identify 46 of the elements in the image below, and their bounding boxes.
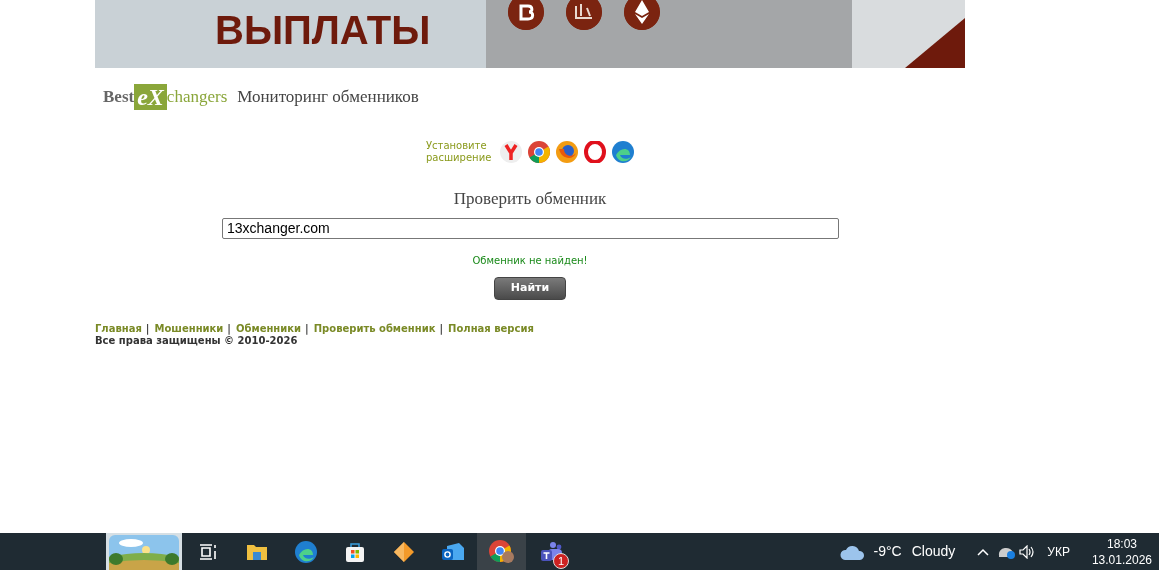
diamond-shapes-icon xyxy=(392,540,415,563)
not-found-message: Обменник не найден! xyxy=(471,253,589,268)
temperature-text: -9°C xyxy=(873,542,902,561)
footer-link[interactable]: Обменники xyxy=(236,322,302,334)
ethereum-coin-icon xyxy=(624,0,661,30)
copyright-text: Все права защищены © 2010-2026 xyxy=(95,334,299,347)
site-logo[interactable]: Best eXchangers xyxy=(103,84,228,110)
link-separator: | xyxy=(439,322,444,334)
notification-badge: 1 xyxy=(553,553,569,569)
link-separator: | xyxy=(227,322,231,334)
footer-link[interactable]: Проверить обменник xyxy=(313,322,436,334)
link-separator: | xyxy=(145,322,150,334)
coin-icon xyxy=(566,0,603,30)
banner[interactable]: ВЫПЛАТЫ xyxy=(95,0,965,68)
clock-date[interactable]: 13.01.2026 xyxy=(1091,551,1152,568)
cloud-icon[interactable] xyxy=(839,543,866,560)
speaker-icon[interactable] xyxy=(1019,544,1036,559)
footer-link[interactable]: Полная версия xyxy=(448,322,534,334)
footer-link[interactable]: Главная xyxy=(95,322,142,334)
clock-time[interactable]: 18:03 xyxy=(1091,535,1152,552)
exchanger-input-field[interactable]: 13xchanger.com xyxy=(222,217,839,239)
folder-icon xyxy=(245,542,268,561)
weather-condition: Cloudy xyxy=(911,542,956,561)
yandex-browser-icon[interactable] xyxy=(500,141,522,163)
taskbar-button[interactable] xyxy=(477,533,526,570)
taskbar-button[interactable]: 1 xyxy=(526,533,575,570)
footer-link[interactable]: Мошенники xyxy=(154,322,224,334)
site-tagline: Мониторинг обменников xyxy=(237,86,419,109)
banner-headline: ВЫПЛАТЫ xyxy=(215,10,431,54)
link-separator: | xyxy=(305,322,309,334)
store-bag-icon xyxy=(344,540,365,563)
mail-icon xyxy=(440,541,465,562)
edge-icon xyxy=(294,540,317,563)
teams-icon xyxy=(538,540,563,563)
firefox-icon[interactable] xyxy=(556,141,578,163)
task-view-icon xyxy=(197,542,218,561)
chevron-up-icon[interactable] xyxy=(977,547,990,556)
edge-icon[interactable] xyxy=(612,141,634,163)
opera-icon[interactable] xyxy=(584,141,606,163)
check-title: Проверить обменник xyxy=(452,188,608,210)
find-button[interactable]: Найти xyxy=(494,276,566,300)
chrome-icon[interactable] xyxy=(528,141,550,163)
corner-shape xyxy=(905,18,965,68)
language-indicator[interactable]: УКР xyxy=(1047,542,1070,561)
chrome-icon xyxy=(488,539,515,564)
extension-label: Установите расширение xyxy=(426,140,493,164)
